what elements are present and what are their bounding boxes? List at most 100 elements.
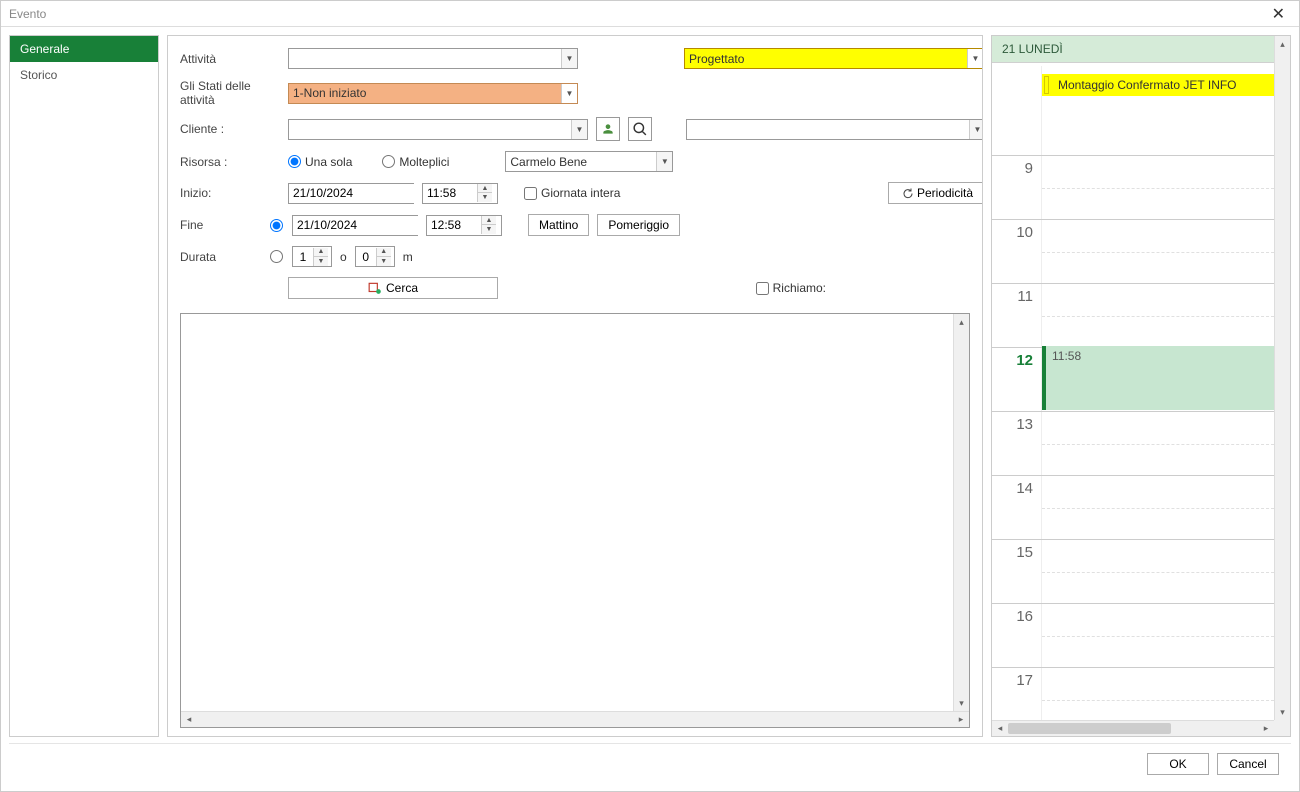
hour-row[interactable]: 16: [992, 604, 1274, 668]
hour-row[interactable]: 11: [992, 284, 1274, 348]
arrow-up-icon[interactable]: ▴: [1275, 36, 1290, 52]
chevron-down-icon[interactable]: ▼: [656, 152, 672, 171]
hour-label: 17: [992, 668, 1042, 720]
chevron-down-icon[interactable]: ▼: [969, 120, 983, 139]
hour-slots[interactable]: [1042, 284, 1274, 347]
hour-row[interactable]: 13: [992, 412, 1274, 476]
afternoon-button[interactable]: Pomeriggio: [597, 214, 680, 236]
client-combo[interactable]: ▼: [288, 119, 588, 140]
form-grid: Attività ▼ Progettato ▼ Gli Stati: [180, 48, 970, 299]
spin-down-icon[interactable]: ▼: [482, 225, 496, 234]
chevron-down-icon[interactable]: ▼: [561, 49, 577, 68]
scroll-track[interactable]: [197, 712, 953, 727]
ok-button[interactable]: OK: [1147, 753, 1209, 775]
arrow-up-icon[interactable]: ▴: [954, 314, 969, 330]
arrow-right-icon[interactable]: ▸: [953, 712, 969, 727]
chevron-down-icon[interactable]: ▼: [571, 120, 587, 139]
allday-event-title: Montaggio Confermato JET INFO: [1058, 78, 1237, 92]
status-combo[interactable]: Progettato ▼: [684, 48, 983, 69]
arrow-down-icon[interactable]: ▾: [1275, 704, 1290, 720]
tab-history[interactable]: Storico: [10, 62, 158, 88]
cancel-button[interactable]: Cancel: [1217, 753, 1279, 775]
allday-input[interactable]: [524, 187, 537, 200]
calendar-selection-event[interactable]: 11:58: [1042, 346, 1274, 410]
resource-combo[interactable]: Carmelo Bene ▼: [505, 151, 673, 172]
activity-state-combo[interactable]: 1-Non iniziato ▼: [288, 83, 578, 104]
calendar-timegrid[interactable]: 91011121314151617 11:58: [992, 156, 1274, 720]
resource-single-radio[interactable]: Una sola: [288, 155, 352, 169]
duration-minutes-field[interactable]: [356, 247, 376, 266]
client2-combo[interactable]: ▼: [686, 119, 983, 140]
hour-row[interactable]: 10: [992, 220, 1274, 284]
allday-event[interactable]: Montaggio Confermato JET INFO: [1042, 74, 1274, 96]
person-icon: [601, 122, 615, 136]
arrow-right-icon[interactable]: ▸: [1258, 721, 1274, 736]
resource-value: Carmelo Bene: [506, 155, 656, 169]
scroll-track[interactable]: [954, 330, 969, 695]
label-client: Cliente :: [180, 122, 288, 136]
notes-hscrollbar[interactable]: ◂ ▸: [181, 711, 969, 727]
spin-up-icon[interactable]: ▲: [314, 248, 328, 257]
spin-up-icon[interactable]: ▲: [377, 248, 391, 257]
spin-down-icon[interactable]: ▼: [478, 193, 492, 202]
activity-combo[interactable]: ▼: [288, 48, 578, 69]
spin-down-icon[interactable]: ▼: [377, 257, 391, 266]
calendar-allday-zone: Montaggio Confermato JET INFO: [992, 66, 1274, 156]
allday-checkbox[interactable]: Giornata intera: [524, 186, 620, 200]
end-time-field[interactable]: [427, 216, 481, 235]
hour-slots[interactable]: [1042, 540, 1274, 603]
resource-single-label: Una sola: [305, 155, 352, 169]
reminder-input[interactable]: [756, 282, 769, 295]
spin-up-icon[interactable]: ▲: [482, 216, 496, 225]
spin-down-icon[interactable]: ▼: [314, 257, 328, 266]
spin-up-icon[interactable]: ▲: [478, 184, 492, 193]
hour-row[interactable]: 9: [992, 156, 1274, 220]
hour-row[interactable]: 15: [992, 540, 1274, 604]
arrow-down-icon[interactable]: ▾: [954, 695, 969, 711]
end-date-input[interactable]: ▼: [292, 215, 418, 236]
end-time-input[interactable]: ▲ ▼: [426, 215, 502, 236]
duration-mode-radio[interactable]: [270, 250, 283, 263]
calendar-vscrollbar[interactable]: ▴ ▾: [1274, 36, 1290, 720]
hour-row[interactable]: 14: [992, 476, 1274, 540]
start-time-field[interactable]: [423, 184, 477, 203]
reminder-checkbox[interactable]: Richiamo:: [756, 281, 826, 295]
start-date-input[interactable]: ▼: [288, 183, 414, 204]
allday-gutter: [992, 66, 1042, 155]
notes-vscrollbar[interactable]: ▴ ▾: [953, 314, 969, 711]
client-person-button[interactable]: [596, 117, 620, 141]
arrow-left-icon[interactable]: ◂: [181, 712, 197, 727]
search-button[interactable]: Cerca: [288, 277, 498, 299]
hour-slots[interactable]: [1042, 220, 1274, 283]
duration-hours-field[interactable]: [293, 247, 313, 266]
duration-hours-input[interactable]: ▲ ▼: [292, 246, 332, 267]
hour-slots[interactable]: [1042, 668, 1274, 720]
spinner-buttons: ▲ ▼: [376, 248, 391, 266]
hour-row[interactable]: 17: [992, 668, 1274, 720]
client-search-button[interactable]: [628, 117, 652, 141]
chevron-down-icon[interactable]: ▼: [967, 49, 983, 68]
calendar-hscrollbar[interactable]: ◂ ▸: [992, 720, 1274, 736]
morning-button[interactable]: Mattino: [528, 214, 589, 236]
status-value: Progettato: [685, 52, 967, 66]
hour-slots[interactable]: [1042, 604, 1274, 667]
start-time-input[interactable]: ▲ ▼: [422, 183, 498, 204]
arrow-left-icon[interactable]: ◂: [992, 721, 1008, 736]
resource-single-input[interactable]: [288, 155, 301, 168]
recurrence-button[interactable]: Periodicità: [888, 182, 983, 204]
scroll-thumb[interactable]: [1008, 723, 1171, 734]
resource-multi-radio[interactable]: Molteplici: [382, 155, 449, 169]
tab-general[interactable]: Generale: [10, 36, 158, 62]
hour-slots[interactable]: [1042, 156, 1274, 219]
notes-textarea[interactable]: ▴ ▾ ◂ ▸: [180, 313, 970, 728]
search-icon: [633, 122, 647, 136]
close-icon[interactable]: ✕: [1266, 4, 1291, 24]
duration-minutes-input[interactable]: ▲ ▼: [355, 246, 395, 267]
hour-slots[interactable]: [1042, 476, 1274, 539]
calendar-day-header: 21 LUNEDÌ: [992, 36, 1290, 63]
resource-multi-input[interactable]: [382, 155, 395, 168]
hour-slots[interactable]: [1042, 412, 1274, 475]
end-mode-radio[interactable]: [270, 219, 283, 232]
chevron-down-icon[interactable]: ▼: [561, 84, 577, 103]
scroll-track[interactable]: [1008, 721, 1258, 736]
